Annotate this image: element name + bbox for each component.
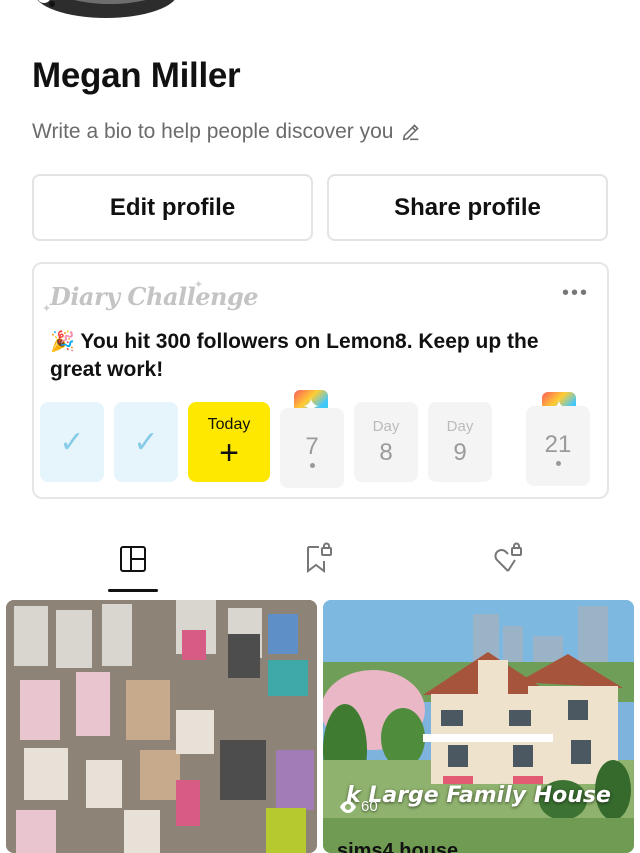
diary-day-milestone[interactable]: 21	[526, 406, 590, 486]
share-profile-button[interactable]: Share profile	[327, 174, 608, 241]
diary-message-text: You hit 300 followers on Lemon8. Keep up…	[50, 330, 539, 381]
view-count: 60	[339, 798, 378, 815]
active-tab-indicator	[108, 589, 158, 592]
tab-saved[interactable]	[298, 539, 338, 579]
day-label: Day	[446, 417, 474, 435]
more-options-icon[interactable]: •••	[562, 282, 589, 305]
indicator-dot	[309, 462, 315, 468]
diary-day-checked[interactable]: ✓	[40, 402, 104, 482]
post-caption[interactable]: sims4 house	[337, 840, 458, 853]
day-label: Day	[372, 417, 400, 435]
grid-layout-icon	[120, 546, 146, 572]
edit-profile-button[interactable]: Edit profile	[32, 174, 313, 241]
eye-icon	[340, 800, 356, 813]
bookmark-lock-icon	[307, 542, 332, 573]
diary-challenge-card[interactable]: ✦ Diary Challenge ✦ ••• 🎉 You hit 300 fo…	[32, 262, 609, 499]
tab-liked[interactable]	[488, 539, 528, 579]
diary-day-milestone[interactable]: 7	[280, 408, 344, 488]
diary-day-checked[interactable]: ✓	[114, 402, 178, 482]
heart-lock-icon	[494, 542, 522, 572]
diary-challenge-title: Diary Challenge	[50, 282, 259, 311]
diary-day-upcoming[interactable]: Day 9	[428, 402, 492, 482]
party-popper-icon: 🎉	[50, 331, 75, 353]
check-icon: ✓	[59, 425, 85, 459]
tab-posts[interactable]	[113, 539, 153, 579]
day-number: 9	[453, 438, 467, 466]
day-number: 21	[544, 430, 572, 458]
profile-tabs	[0, 525, 640, 593]
post-tile[interactable]	[6, 600, 317, 853]
plus-icon: +	[219, 434, 239, 472]
check-icon: ✓	[133, 425, 159, 459]
bio-prompt[interactable]: Write a bio to help people discover you	[32, 120, 422, 144]
day-number: 8	[379, 438, 393, 466]
profile-name: Megan Miller	[32, 56, 241, 95]
posts-grid: k Large Family House 60 sims4 house	[6, 600, 634, 853]
day-number: 7	[305, 432, 319, 460]
bio-text: Write a bio to help people discover you	[32, 120, 394, 143]
post-thumbnail	[323, 600, 634, 853]
sparkle-icon: ✦	[194, 279, 204, 291]
avatar[interactable]	[26, 0, 176, 26]
diary-day-upcoming[interactable]: Day 8	[354, 402, 418, 482]
view-count-value: 60	[361, 798, 378, 815]
today-label: Today	[207, 416, 251, 433]
post-tile[interactable]: k Large Family House 60	[323, 600, 634, 853]
indicator-dot	[555, 460, 561, 466]
pencil-icon	[402, 124, 419, 141]
diary-day-today[interactable]: Today +	[188, 402, 270, 482]
diary-message: 🎉 You hit 300 followers on Lemon8. Keep …	[50, 328, 590, 383]
diary-day-strip: ✓ ✓ Today + ✦ 7 Day 8 Day 9 ✦ 21	[34, 384, 607, 494]
post-thumbnail	[6, 600, 317, 853]
